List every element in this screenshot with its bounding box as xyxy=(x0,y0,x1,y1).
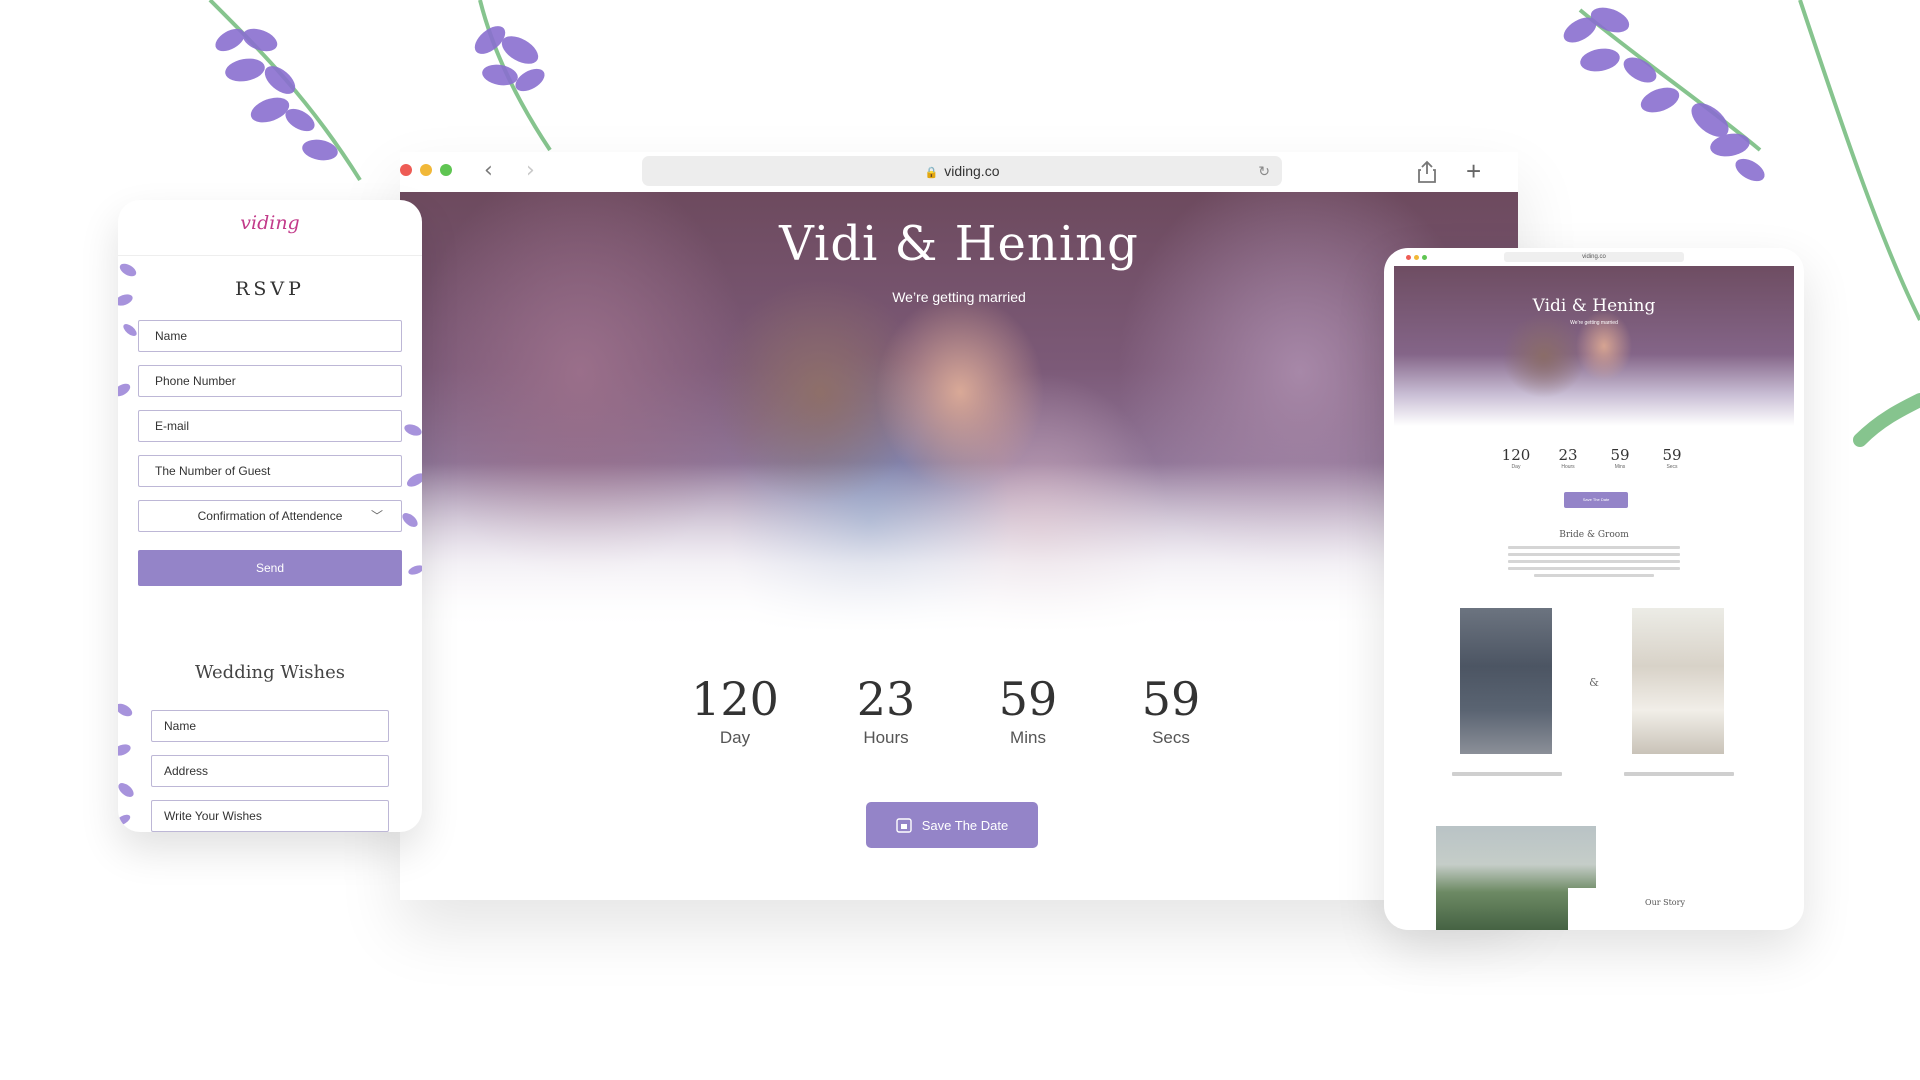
tablet-preview: viding.co Vidi & Hening We’re getting ma… xyxy=(1384,248,1804,930)
reload-icon[interactable]: ↻ xyxy=(1258,156,1270,186)
tablet-couple-title: Vidi & Hening xyxy=(1532,296,1656,316)
back-arrow-icon[interactable]: ‹ xyxy=(484,158,493,184)
bride-groom-paragraph xyxy=(1508,546,1680,586)
wedding-wishes-title: Wedding Wishes xyxy=(195,662,345,683)
forward-arrow-icon[interactable]: › xyxy=(526,158,535,184)
rsvp-name-field[interactable]: Name xyxy=(138,320,402,352)
tablet-maximize-dot xyxy=(1422,255,1427,260)
minimize-window-button[interactable] xyxy=(420,164,432,176)
text-line xyxy=(1508,546,1680,549)
countdown-mins: 59 Mins xyxy=(973,672,1083,748)
tablet-hero-subtitle: We’re getting married xyxy=(1570,320,1618,326)
viding-logo: viding xyxy=(240,212,300,234)
our-story-title: Our Story xyxy=(1645,898,1685,907)
text-line xyxy=(1508,567,1680,570)
send-button[interactable]: Send xyxy=(138,550,402,586)
mobile-header: viding xyxy=(118,200,422,256)
couple-title: Vidi & Hening xyxy=(779,216,1139,272)
share-icon[interactable] xyxy=(1416,160,1438,184)
countdown-value: 23 xyxy=(856,672,916,726)
wishes-message-field[interactable]: Write Your Wishes xyxy=(151,800,389,832)
hero-subtitle: We’re getting married xyxy=(892,289,1026,305)
countdown-day: 120 Day xyxy=(680,672,790,748)
hero-photo: Vidi & Hening We’re getting married xyxy=(400,192,1518,632)
close-window-button[interactable] xyxy=(400,164,412,176)
rsvp-title: RSVP xyxy=(235,278,305,300)
tablet-minimize-dot xyxy=(1414,255,1419,260)
countdown-label: Hours xyxy=(863,728,909,747)
groom-photo xyxy=(1460,608,1552,754)
tablet-close-dot xyxy=(1406,255,1411,260)
tablet-hero-photo: Vidi & Hening We’re getting married xyxy=(1394,266,1794,426)
groom-name xyxy=(1452,772,1562,776)
attendance-select-value: Confirmation of Attendence xyxy=(197,509,343,523)
tablet-countdown-value: 120 xyxy=(1501,446,1531,464)
browser-window: ‹ › 🔒 viding.co ↻ + Vidi & Hening We’re g… xyxy=(400,152,1518,900)
text-line xyxy=(1533,574,1655,577)
mobile-rsvp-screen: viding RSVP Name Phone Number E-mail The… xyxy=(118,200,422,832)
text-line xyxy=(1508,560,1680,563)
bride-groom-title: Bride & Groom xyxy=(1559,530,1629,540)
tablet-countdown-value: 59 xyxy=(1610,446,1630,464)
our-story-card: Our Story xyxy=(1568,888,1762,930)
tablet-address-bar: viding.co xyxy=(1504,252,1684,262)
countdown: 120 Day 23 Hours 59 Mins 59 Secs xyxy=(400,672,1518,762)
bride-name xyxy=(1624,772,1734,776)
countdown-label: Secs xyxy=(1152,728,1190,747)
rsvp-guest-count-field[interactable]: The Number of Guest xyxy=(138,455,402,487)
tablet-countdown-label: Hours xyxy=(1561,464,1575,470)
tablet-save-the-date-button[interactable]: Save The Date xyxy=(1564,492,1628,508)
browser-toolbar: ‹ › 🔒 viding.co ↻ + xyxy=(400,152,1518,192)
rsvp-phone-field[interactable]: Phone Number xyxy=(138,365,402,397)
rsvp-email-field[interactable]: E-mail xyxy=(138,410,402,442)
countdown-label: Mins xyxy=(1010,728,1046,747)
address-bar[interactable]: 🔒 viding.co ↻ xyxy=(642,156,1282,186)
wishes-name-field[interactable]: Name xyxy=(151,710,389,742)
chevron-down-icon: ﹀ xyxy=(370,509,383,523)
countdown-value: 59 xyxy=(1141,672,1201,726)
tablet-countdown-hours: 23 Hours xyxy=(1548,446,1588,470)
new-tab-plus-icon[interactable]: + xyxy=(1466,156,1481,186)
wishes-address-field[interactable]: Address xyxy=(151,755,389,787)
countdown-hours: 23 Hours xyxy=(831,672,941,748)
countdown-value: 120 xyxy=(691,672,779,726)
hero-fade xyxy=(400,462,1518,632)
tablet-countdown-value: 59 xyxy=(1662,446,1682,464)
lock-icon: 🔒 xyxy=(924,167,939,179)
maximize-window-button[interactable] xyxy=(440,164,452,176)
calendar-icon xyxy=(896,818,912,833)
tablet-countdown-day: 120 Day xyxy=(1496,446,1536,470)
tablet-countdown-secs: 59 Secs xyxy=(1652,446,1692,470)
tablet-countdown-label: Secs xyxy=(1666,464,1678,470)
attendance-select[interactable]: Confirmation of Attendence ﹀ xyxy=(138,500,402,532)
tablet-countdown-mins: 59 Mins xyxy=(1600,446,1640,470)
tablet-countdown-label: Day xyxy=(1511,464,1521,470)
countdown-value: 59 xyxy=(998,672,1058,726)
countdown-secs: 59 Secs xyxy=(1116,672,1226,748)
save-the-date-button[interactable]: Save The Date xyxy=(866,802,1038,848)
tablet-toolbar: viding.co xyxy=(1384,248,1804,268)
tablet-countdown-value: 23 xyxy=(1558,446,1578,464)
url-text: viding.co xyxy=(944,163,1000,179)
ampersand: & xyxy=(1589,676,1599,689)
tablet-countdown-label: Mins xyxy=(1614,464,1626,470)
countdown-label: Day xyxy=(719,728,751,747)
save-the-date-label: Save The Date xyxy=(921,817,1009,833)
text-line xyxy=(1508,553,1680,556)
bride-photo xyxy=(1632,608,1724,754)
